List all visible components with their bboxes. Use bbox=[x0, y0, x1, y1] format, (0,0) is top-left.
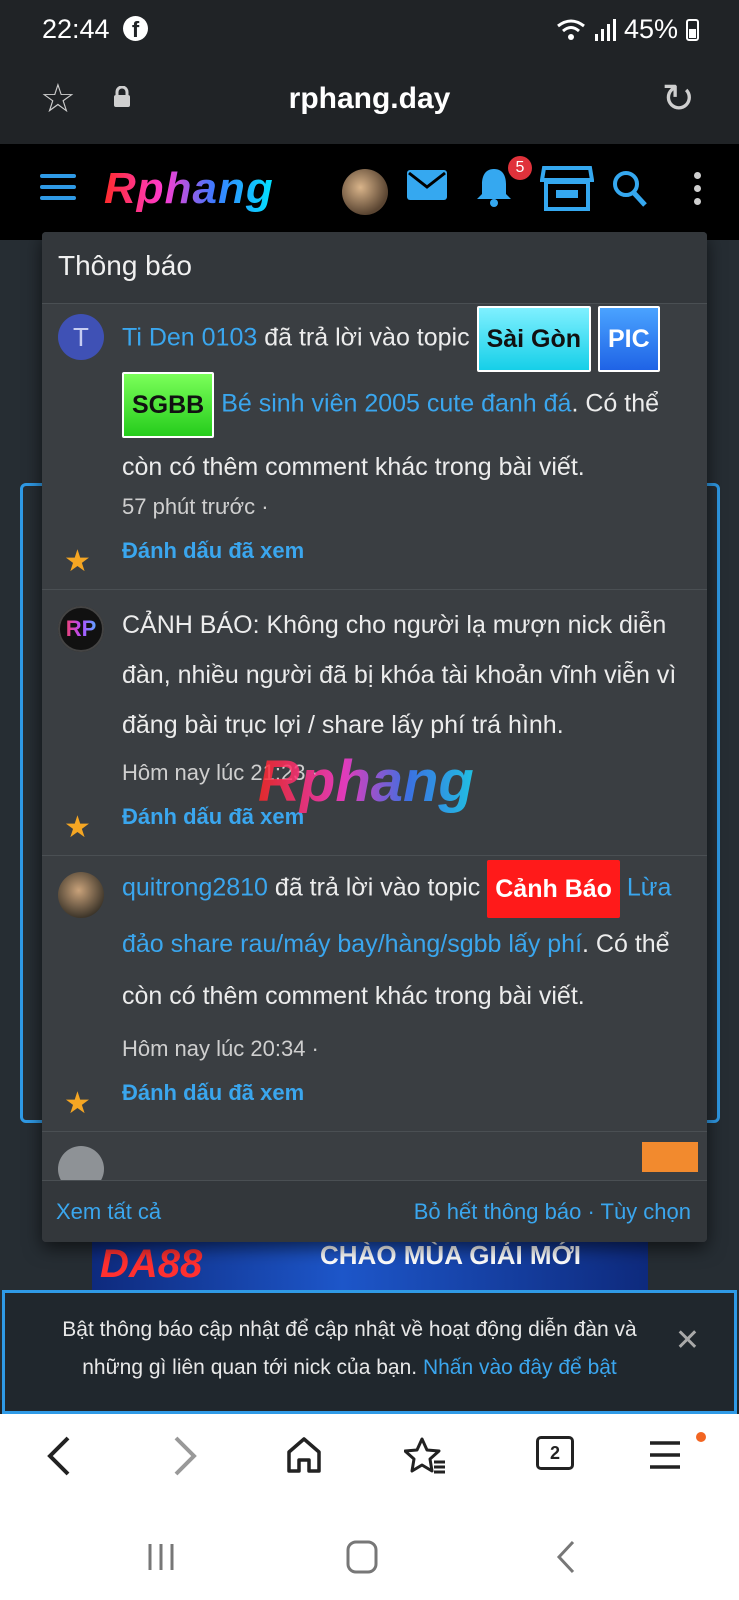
topic-tag-partial bbox=[642, 1142, 698, 1172]
footer-actions: Bỏ hết thông báo · Tùy chọn bbox=[414, 1199, 691, 1225]
notification-item[interactable]: RP CẢNH BÁO: Không cho người lạ mượn nic… bbox=[42, 590, 707, 856]
mail-icon[interactable] bbox=[406, 168, 448, 202]
notification-user-link[interactable]: quitrong2810 bbox=[122, 874, 268, 902]
home-button-icon[interactable] bbox=[346, 1540, 378, 1574]
notification-count-badge: 5 bbox=[508, 156, 532, 180]
notification-action: đã trả lời vào topic bbox=[257, 323, 477, 352]
store-icon[interactable] bbox=[540, 164, 594, 212]
notification-topic-link[interactable]: Bé sinh viên 2005 cute đanh đá bbox=[221, 390, 571, 418]
battery-icon bbox=[686, 18, 699, 41]
wifi-icon bbox=[557, 19, 585, 40]
status-time: 22:44 bbox=[42, 14, 110, 44]
notification-avatar[interactable] bbox=[58, 872, 104, 918]
ad-banner-text: CHÀO MÙA GIẢI MỚI bbox=[320, 1240, 581, 1270]
site-watermark: Rphang bbox=[258, 749, 474, 814]
status-bar: 22:44 f 45% bbox=[0, 0, 739, 58]
notification-text: quitrong2810 đã trả lời vào topic Cảnh B… bbox=[122, 860, 689, 1022]
notification-time: 57 phút trước · bbox=[122, 494, 269, 519]
notifications-dropdown: Thông báo T Ti Den 0103 đã trả lời vào t… bbox=[42, 232, 707, 1242]
notification-text: CẢNH BÁO: Không cho người lạ mượn nick d… bbox=[122, 611, 677, 739]
notification-item[interactable]: T Ti Den 0103 đã trả lời vào topic Sài G… bbox=[42, 298, 707, 590]
browser-bottom-nav: 2 bbox=[0, 1414, 739, 1510]
dismiss-all-link[interactable]: Bỏ hết thông báo bbox=[414, 1199, 582, 1224]
more-options-icon[interactable] bbox=[694, 172, 702, 211]
address-bar-url[interactable]: rphang.day bbox=[0, 82, 739, 116]
site-header: Rphang 5 bbox=[0, 144, 739, 240]
notifications-footer: Xem tất cả Bỏ hết thông báo · Tùy chọn bbox=[42, 1180, 707, 1242]
star-icon: ★ bbox=[64, 811, 91, 844]
recent-apps-icon[interactable] bbox=[146, 1542, 176, 1572]
topic-tag-sgbb: SGBB bbox=[122, 372, 215, 438]
home-icon[interactable] bbox=[286, 1436, 322, 1474]
mark-read-link[interactable]: Đánh dấu đã xem bbox=[122, 538, 304, 564]
footer-separator: · bbox=[581, 1199, 601, 1224]
forward-icon[interactable] bbox=[172, 1436, 198, 1476]
notification-avatar[interactable]: RP bbox=[58, 606, 104, 652]
browser-url-bar: ☆ rphang.day ↻ bbox=[0, 58, 739, 144]
system-nav-bar bbox=[0, 1510, 739, 1600]
bookmarks-star-icon[interactable] bbox=[404, 1436, 446, 1476]
hamburger-menu-icon[interactable] bbox=[40, 174, 76, 207]
notification-time: Hôm nay lúc 20:34 · bbox=[122, 1036, 319, 1061]
status-right: 45% bbox=[556, 14, 699, 45]
options-link[interactable]: Tùy chọn bbox=[601, 1199, 692, 1224]
notification-text: Ti Den 0103 đã trả lời vào topic Sài Gòn… bbox=[122, 306, 689, 496]
topic-tag-canh-bao: Cảnh Báo bbox=[487, 860, 620, 918]
reload-icon[interactable]: ↻ bbox=[661, 76, 695, 122]
ad-banner[interactable]: DA88 CHÀO MÙA GIẢI MỚI bbox=[92, 1236, 648, 1296]
notification-item[interactable]: quitrong2810 đã trả lời vào topic Cảnh B… bbox=[42, 856, 707, 1132]
close-icon[interactable]: ✕ bbox=[675, 1323, 700, 1358]
menu-notification-dot bbox=[696, 1432, 706, 1442]
battery-percent: 45% bbox=[623, 14, 678, 44]
system-back-icon[interactable] bbox=[556, 1540, 576, 1574]
back-icon[interactable] bbox=[46, 1436, 72, 1476]
notification-avatar[interactable]: T bbox=[58, 314, 104, 360]
notification-avatar-text: RP bbox=[58, 606, 104, 652]
signal-icon bbox=[594, 18, 616, 41]
notification-user-link[interactable]: Ti Den 0103 bbox=[122, 324, 257, 352]
site-logo[interactable]: Rphang bbox=[104, 164, 274, 214]
notification-action: đã trả lời vào topic bbox=[267, 873, 488, 902]
tabs-count-icon[interactable]: 2 bbox=[536, 1436, 574, 1470]
push-notification-prompt: Bật thông báo cập nhật để cập nhật về ho… bbox=[2, 1290, 737, 1414]
search-icon[interactable] bbox=[612, 170, 648, 208]
star-icon: ★ bbox=[64, 1087, 91, 1120]
push-prompt-text: Bật thông báo cập nhật để cập nhật về ho… bbox=[45, 1311, 654, 1387]
menu-icon[interactable] bbox=[648, 1440, 682, 1470]
user-avatar[interactable] bbox=[342, 169, 388, 215]
topic-tag-saigon: Sài Gòn bbox=[476, 306, 592, 372]
topic-tag-pic: PIC bbox=[597, 306, 660, 372]
push-enable-link[interactable]: Nhấn vào đây để bật bbox=[423, 1356, 617, 1379]
facebook-icon: f bbox=[123, 16, 148, 42]
mark-read-link[interactable]: Đánh dấu đã xem bbox=[122, 1080, 304, 1106]
view-all-link[interactable]: Xem tất cả bbox=[56, 1199, 161, 1225]
ad-banner-brand: DA88 bbox=[100, 1242, 203, 1286]
notifications-title: Thông báo bbox=[42, 232, 707, 304]
star-icon: ★ bbox=[64, 545, 91, 578]
